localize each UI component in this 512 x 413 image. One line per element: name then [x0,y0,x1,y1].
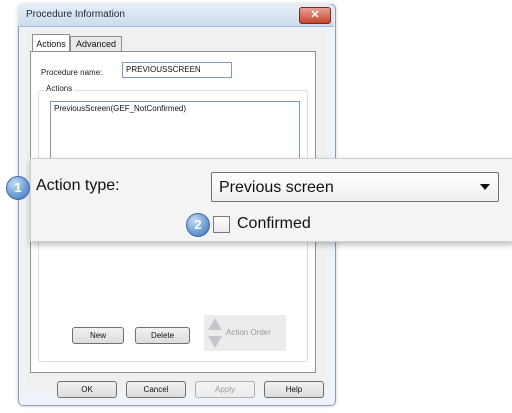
action-order-label: Action Order [226,328,271,337]
confirmed-checkbox[interactable] [213,216,230,233]
actions-list-item[interactable]: PreviousScreen(GEF_NotConfirmed) [54,104,186,113]
action-type-value: Previous screen [219,179,334,196]
close-button[interactable]: ✕ [299,7,331,24]
action-order-control[interactable]: Action Order [204,315,286,351]
step-2-badge: 2 [186,213,210,237]
delete-button[interactable]: Delete [135,327,190,344]
chevron-down-icon[interactable] [480,184,490,190]
confirmed-label[interactable]: Confirmed [237,215,311,233]
actions-list[interactable]: PreviousScreen(GEF_NotConfirmed) [50,101,300,159]
action-type-label: Action type: [36,177,120,194]
action-type-dropdown[interactable]: Previous screen [211,172,499,202]
up-down-arrows-icon[interactable] [207,317,223,349]
ok-button[interactable]: OK [57,381,117,398]
apply-button[interactable]: Apply [195,381,255,398]
window-title: Procedure Information [26,9,125,20]
procedure-name-input[interactable]: PREVIOUSSCREEN [122,62,232,78]
step-1-badge: 1 [6,176,30,200]
help-button[interactable]: Help [264,381,324,398]
tab-advanced[interactable]: Advanced [70,36,122,52]
cancel-button[interactable]: Cancel [126,381,186,398]
new-button[interactable]: New [72,327,124,344]
procedure-name-label: Procedure name: [41,68,103,77]
actions-group-label: Actions [44,84,75,93]
